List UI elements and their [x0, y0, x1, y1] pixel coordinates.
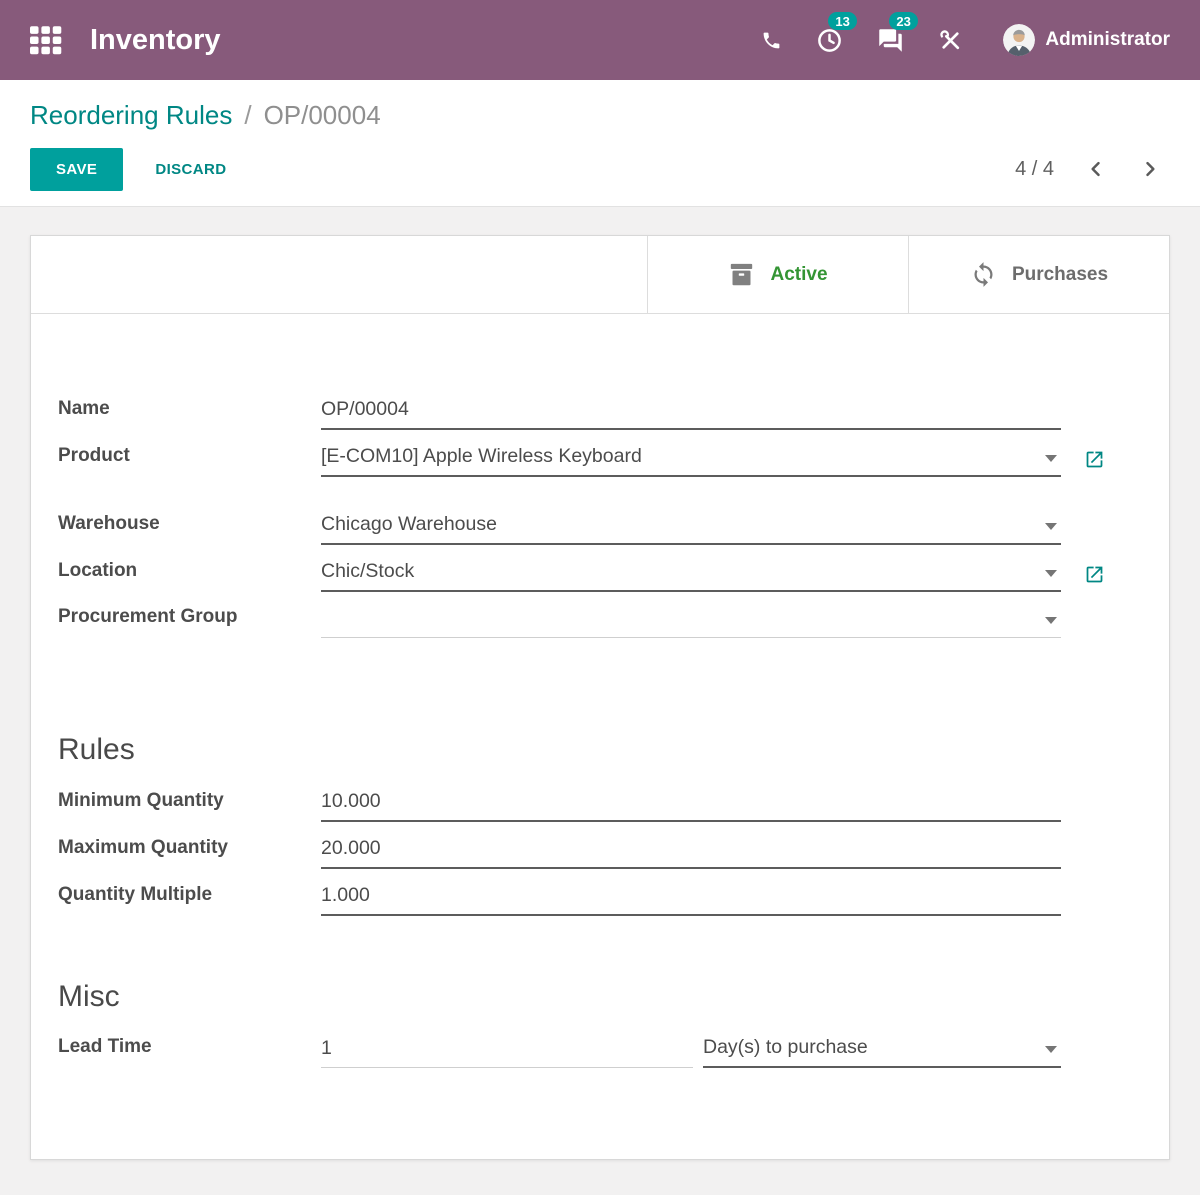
- user-menu[interactable]: Administrator: [1003, 24, 1170, 56]
- app-title[interactable]: Inventory: [90, 24, 221, 57]
- activities-button[interactable]: 13: [816, 18, 843, 62]
- maximum-quantity-input[interactable]: [321, 835, 1061, 867]
- chevron-down-icon[interactable]: [1045, 523, 1057, 530]
- activities-badge: 13: [828, 12, 856, 30]
- pager-previous-button[interactable]: [1076, 155, 1116, 183]
- warehouse-field: [321, 511, 1061, 545]
- field-row-lead-time: Lead Time Day(s) to purchase: [58, 1034, 1119, 1068]
- breadcrumb: Reordering Rules / OP/00004: [30, 100, 1170, 131]
- voip-phone-button[interactable]: [761, 18, 782, 62]
- product-external-link-icon[interactable]: [1084, 449, 1105, 470]
- field-row-warehouse: Warehouse: [58, 511, 1119, 545]
- product-input[interactable]: [321, 443, 1061, 475]
- messages-badge: 23: [889, 12, 917, 30]
- field-row-name: Name: [58, 396, 1119, 430]
- location-input[interactable]: [321, 558, 1061, 590]
- content-area: Active Purchases Name Product: [0, 207, 1200, 1195]
- maximum-quantity-field: [321, 835, 1061, 869]
- chevron-down-icon[interactable]: [1045, 570, 1057, 577]
- apps-menu-button[interactable]: [30, 26, 62, 55]
- location-field: [321, 558, 1061, 592]
- quantity-multiple-input[interactable]: [321, 882, 1061, 914]
- discard-button[interactable]: DISCARD: [147, 148, 234, 191]
- location-label: Location: [58, 560, 321, 592]
- clock-icon: [816, 27, 843, 54]
- breadcrumb-parent-link[interactable]: Reordering Rules: [30, 100, 232, 131]
- location-external-link-icon[interactable]: [1084, 564, 1105, 585]
- tools-button[interactable]: [938, 18, 963, 62]
- lead-time-field: [321, 1035, 693, 1068]
- quantity-multiple-field: [321, 882, 1061, 916]
- warehouse-input[interactable]: [321, 511, 1061, 543]
- minimum-quantity-field: [321, 788, 1061, 822]
- form-body: Name Product Warehouse: [31, 314, 1169, 1068]
- purchases-button[interactable]: Purchases: [908, 236, 1169, 313]
- chevron-down-icon[interactable]: [1045, 455, 1057, 462]
- maximum-quantity-label: Maximum Quantity: [58, 837, 321, 869]
- field-row-product: Product: [58, 443, 1119, 477]
- name-field: [321, 396, 1061, 430]
- product-field: [321, 443, 1061, 477]
- lead-time-unit-select[interactable]: Day(s) to purchase: [703, 1034, 1061, 1068]
- active-button[interactable]: Active: [647, 236, 908, 313]
- chevron-right-icon: [1140, 159, 1160, 179]
- field-row-minimum-quantity: Minimum Quantity: [58, 788, 1119, 822]
- procurement-group-label: Procurement Group: [58, 606, 321, 638]
- product-label: Product: [58, 445, 321, 477]
- field-row-procurement-group: Procurement Group: [58, 605, 1119, 638]
- phone-icon: [761, 30, 782, 51]
- control-panel: Reordering Rules / OP/00004 SAVE DISCARD…: [0, 80, 1200, 207]
- stat-button-box: Active Purchases: [31, 236, 1169, 314]
- lead-time-unit-value: Day(s) to purchase: [703, 1034, 1061, 1066]
- chevron-down-icon[interactable]: [1045, 617, 1057, 624]
- button-box-spacer: [31, 236, 647, 313]
- crossed-tools-icon: [938, 28, 963, 53]
- field-row-location: Location: [58, 558, 1119, 592]
- form-sheet: Active Purchases Name Product: [30, 235, 1170, 1160]
- sync-icon: [970, 261, 997, 288]
- procurement-group-field: [321, 605, 1061, 638]
- save-button[interactable]: SAVE: [30, 148, 123, 191]
- chat-bubbles-icon: [877, 27, 904, 54]
- purchases-button-label: Purchases: [1012, 264, 1108, 286]
- procurement-group-input[interactable]: [321, 605, 1061, 637]
- name-label: Name: [58, 398, 321, 430]
- pager: 4 / 4: [1015, 155, 1170, 183]
- messages-button[interactable]: 23: [877, 18, 904, 62]
- breadcrumb-separator: /: [244, 100, 251, 131]
- active-button-label: Active: [770, 264, 827, 286]
- breadcrumb-current: OP/00004: [264, 100, 381, 131]
- misc-section-title: Misc: [58, 978, 1119, 1016]
- chevron-down-icon: [1045, 1046, 1057, 1053]
- minimum-quantity-label: Minimum Quantity: [58, 790, 321, 822]
- pager-next-button[interactable]: [1130, 155, 1170, 183]
- warehouse-label: Warehouse: [58, 513, 321, 545]
- top-navbar: Inventory 13 23: [0, 0, 1200, 80]
- lead-time-input[interactable]: [321, 1035, 693, 1067]
- grid-icon: [30, 26, 62, 55]
- lead-time-label: Lead Time: [58, 1036, 321, 1068]
- rules-section-title: Rules: [58, 731, 1119, 769]
- pager-value: 4 / 4: [1015, 158, 1054, 181]
- chevron-left-icon: [1086, 159, 1106, 179]
- name-input[interactable]: [321, 396, 1061, 428]
- field-row-maximum-quantity: Maximum Quantity: [58, 835, 1119, 869]
- minimum-quantity-input[interactable]: [321, 788, 1061, 820]
- user-name: Administrator: [1045, 29, 1170, 51]
- user-avatar: [1003, 24, 1035, 56]
- quantity-multiple-label: Quantity Multiple: [58, 884, 321, 916]
- field-row-quantity-multiple: Quantity Multiple: [58, 882, 1119, 916]
- archive-box-icon: [728, 261, 755, 288]
